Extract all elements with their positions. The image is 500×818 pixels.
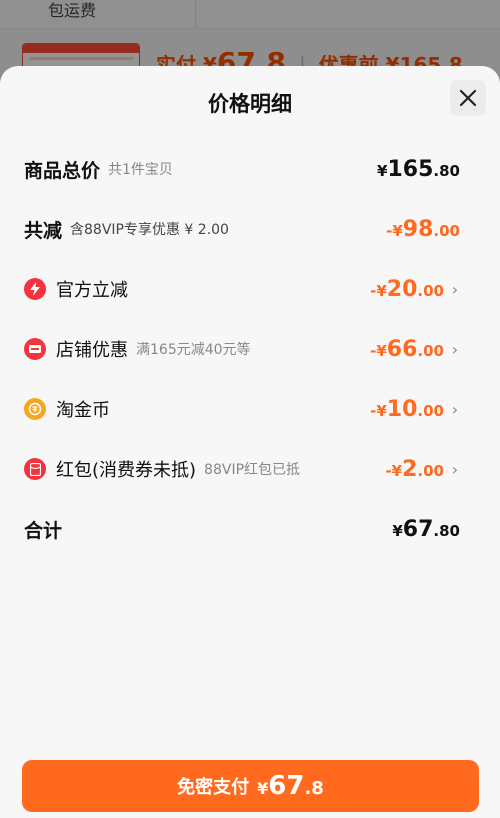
amount-int: 66 <box>386 336 418 362</box>
row-label: 红包(消费券未抵) <box>56 460 197 481</box>
currency: ¥ <box>392 521 403 540</box>
currency: -¥ <box>385 461 403 480</box>
currency: -¥ <box>370 401 387 420</box>
row-note: 88VIP红包已抵 <box>204 462 301 478</box>
row-shop-discount[interactable]: 店铺优惠 满165元减40元等 -¥ 66.00 › <box>24 334 460 364</box>
row-note: 满165元减40元等 <box>136 342 251 358</box>
chevron-right-icon: › <box>451 339 459 359</box>
amount-dec: .80 <box>433 521 460 540</box>
currency: -¥ <box>386 221 403 240</box>
amount-int: 98 <box>402 216 434 242</box>
amount-dec: .00 <box>417 281 444 300</box>
shop-coupon-icon <box>24 338 46 360</box>
amount-dec: .00 <box>417 341 444 360</box>
coin-icon <box>24 398 46 420</box>
row-label: 淘金币 <box>56 400 110 421</box>
row-official-discount[interactable]: 官方立减 -¥ 20.00 › <box>24 274 460 304</box>
row-amount: -¥ 20.00 <box>370 277 444 302</box>
row-amount: ¥165.80 <box>377 157 460 182</box>
amount-int: 2 <box>402 456 418 482</box>
red-packet-icon <box>24 458 46 480</box>
row-label: 共减 <box>24 219 63 242</box>
row-amount: -¥ 10.00 <box>370 397 444 422</box>
row-red-packet[interactable]: 红包(消费券未抵) 88VIP红包已抵 -¥ 2.00 › <box>24 454 460 484</box>
amount-int: 165 <box>387 156 434 182</box>
currency: ¥ <box>377 161 388 180</box>
chevron-right-icon: › <box>451 459 459 479</box>
amount-dec: .00 <box>417 461 444 480</box>
pay-button-label: 免密支付 <box>177 777 250 798</box>
currency: ¥ <box>257 779 269 798</box>
row-note: 共1件宝贝 <box>108 162 173 178</box>
amount-dec: .80 <box>433 161 460 180</box>
row-note: 含88VIP专享优惠 ¥ 2.00 <box>70 222 229 238</box>
row-label: 店铺优惠 <box>56 340 128 361</box>
amount-int: 67 <box>268 771 305 801</box>
row-label: 官方立减 <box>56 280 128 301</box>
amount-int: 67 <box>402 516 434 542</box>
row-goods-total: 商品总价 共1件宝贝 ¥165.80 <box>24 154 460 184</box>
close-icon <box>459 89 477 107</box>
chevron-right-icon: › <box>451 279 459 299</box>
row-amount: -¥ 2.00 <box>385 457 444 482</box>
row-total-reduction: 共减 含88VIP专享优惠 ¥ 2.00 -¥ 98.00 <box>24 214 460 244</box>
currency: -¥ <box>370 281 387 300</box>
row-amount: -¥ 66.00 <box>370 337 444 362</box>
amount-dec: .00 <box>433 221 460 240</box>
amount-dec: .00 <box>417 401 444 420</box>
close-button[interactable] <box>450 80 486 116</box>
amount-int: 10 <box>386 396 418 422</box>
password-free-pay-button[interactable]: 免密支付 ¥67.8 <box>22 760 479 812</box>
row-taojinbi[interactable]: 淘金币 -¥ 10.00 › <box>24 394 460 424</box>
row-amount: ¥67.80 <box>392 517 460 542</box>
row-label: 合计 <box>24 519 63 542</box>
row-label: 商品总价 <box>24 159 101 182</box>
amount-int: 20 <box>386 276 418 302</box>
price-detail-sheet: 价格明细 商品总价 共1件宝贝 ¥165.80 共减 含88VIP专享优惠 ¥ … <box>0 66 500 818</box>
pay-button-amount: ¥67.8 <box>257 771 324 801</box>
amount-dec: .8 <box>304 778 324 799</box>
lightning-icon <box>24 278 46 300</box>
row-amount: -¥ 98.00 <box>386 217 460 242</box>
currency: -¥ <box>370 341 387 360</box>
sheet-title: 价格明细 <box>208 92 292 116</box>
chevron-right-icon: › <box>451 399 459 419</box>
row-sum: 合计 ¥67.80 <box>24 514 460 544</box>
